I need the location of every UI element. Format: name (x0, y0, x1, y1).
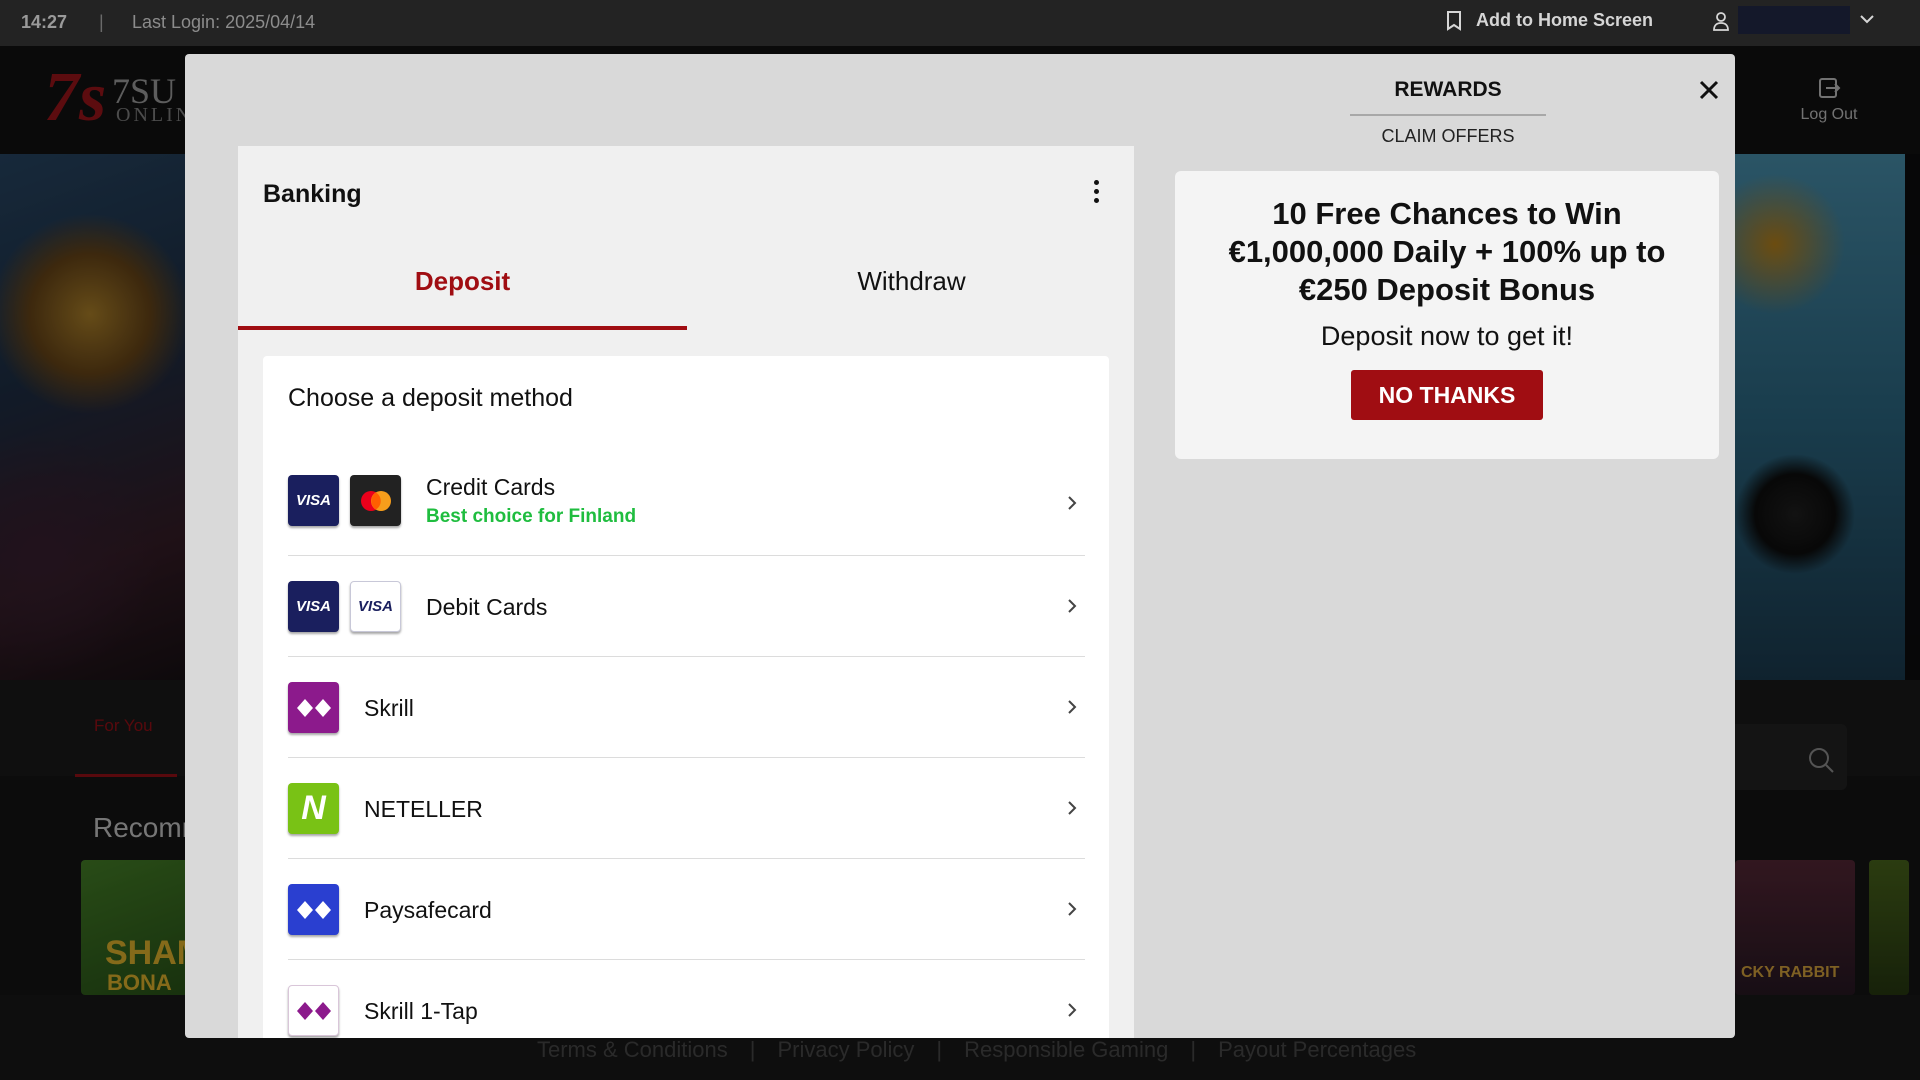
username-field[interactable] (1738, 6, 1850, 34)
rewards-title: REWARDS (1350, 78, 1546, 116)
close-icon[interactable] (1689, 70, 1729, 110)
visa-logo-text: VISA (295, 598, 331, 615)
chevron-right-icon (1068, 599, 1077, 613)
chevron-right-icon (1068, 801, 1077, 815)
neteller-icon: N (288, 783, 339, 834)
deposit-method-credit-cards[interactable]: VISA Credit Cards Best choice for Finlan… (288, 450, 1085, 556)
top-bar: 14:27 | Last Login: 2025/04/14 Add to Ho… (0, 0, 1920, 46)
last-login-text: Last Login: 2025/04/14 (132, 12, 316, 32)
chevron-right-icon (1068, 700, 1077, 714)
clock: 14:27 (21, 12, 68, 32)
chevron-right-icon (1068, 902, 1077, 916)
deposit-method-skrill-1-tap[interactable]: Skrill 1-Tap (288, 960, 1085, 1038)
deposit-method-paysafecard[interactable]: Paysafecard (288, 859, 1085, 960)
method-label: Skrill (364, 695, 414, 721)
mastercard-icon (350, 475, 401, 526)
banking-title: Banking (263, 180, 362, 208)
tab-deposit[interactable]: Deposit (238, 266, 687, 330)
add-to-home-label: Add to Home Screen (1476, 10, 1654, 30)
add-to-home-screen-button[interactable]: Add to Home Screen (1446, 10, 1653, 31)
deposit-methods-list: Choose a deposit method VISA Credit Card… (263, 356, 1109, 1038)
visa-logo-text: VISA (357, 598, 393, 615)
skrill-icon (288, 682, 339, 733)
deposit-methods-heading: Choose a deposit method (288, 384, 573, 412)
rewards-header: REWARDS CLAIM OFFERS (1350, 78, 1546, 147)
banking-panel: Banking Deposit Withdraw Choose a deposi… (238, 146, 1134, 1038)
method-label: Skrill 1-Tap (364, 998, 478, 1024)
visa-icon: VISA (288, 475, 339, 526)
deposit-method-debit-cards[interactable]: VISA VISA Debit Cards (288, 556, 1085, 657)
method-label: Credit Cards (426, 474, 556, 500)
tab-deposit-label: Deposit (414, 266, 511, 296)
more-options-icon[interactable] (1086, 180, 1106, 208)
tab-withdraw[interactable]: Withdraw (687, 266, 1136, 330)
banking-modal: REWARDS CLAIM OFFERS 10 Free Chances to … (185, 54, 1735, 1038)
deposit-method-skrill[interactable]: Skrill (288, 657, 1085, 758)
visa-debit-icon: VISA (350, 581, 401, 632)
divider: | (99, 12, 104, 32)
promo-card: 10 Free Chances to Win €1,000,000 Daily … (1175, 171, 1719, 459)
promo-tagline: Deposit now to get it! (1320, 321, 1574, 351)
visa-logo-text: VISA (295, 492, 331, 509)
neteller-logo-text: N (301, 789, 326, 827)
bookmark-icon (1447, 10, 1461, 31)
method-label: Debit Cards (426, 594, 548, 620)
chevron-right-icon (1068, 1003, 1077, 1017)
chevron-right-icon (1068, 496, 1077, 510)
skrill-1-tap-icon (288, 985, 339, 1036)
claim-offers-link[interactable]: CLAIM OFFERS (1350, 126, 1546, 147)
method-label: Paysafecard (364, 897, 492, 923)
recommended-badge: Best choice for Finland (426, 506, 637, 527)
paysafecard-icon (288, 884, 339, 935)
tab-withdraw-label: Withdraw (857, 266, 966, 296)
promo-headline: 10 Free Chances to Win €1,000,000 Daily … (1228, 196, 1666, 307)
method-label: NETELLER (364, 796, 483, 822)
user-icon[interactable] (1713, 11, 1729, 31)
no-thanks-button[interactable]: NO THANKS (1351, 370, 1543, 420)
chevron-down-icon[interactable] (1860, 14, 1874, 24)
visa-icon: VISA (288, 581, 339, 632)
deposit-method-neteller[interactable]: N NETELLER (288, 758, 1085, 859)
